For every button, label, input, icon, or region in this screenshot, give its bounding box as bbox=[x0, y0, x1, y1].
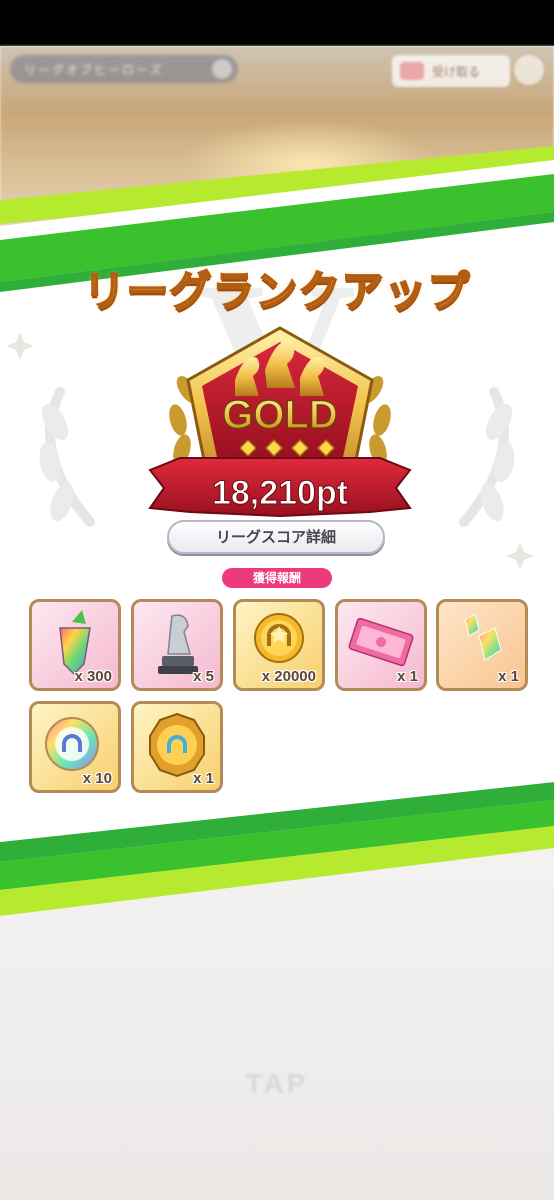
reward-quantity: x 1 bbox=[498, 668, 519, 685]
gold-rank-emblem: GOLD 18,210pt bbox=[148, 326, 412, 518]
reward-quantity: x 1 bbox=[397, 668, 418, 685]
reward-rainbow-horseshoe-medal[interactable]: x 10 bbox=[29, 701, 121, 793]
rank-name: GOLD bbox=[222, 393, 338, 437]
rewards-label: 獲得報酬 bbox=[222, 568, 332, 588]
reward-rainbow-crystals[interactable]: x 1 bbox=[436, 599, 528, 691]
league-score-detail-button[interactable]: リーグスコア詳細 bbox=[167, 520, 385, 554]
reward-quantity: x 5 bbox=[193, 668, 214, 685]
reward-quantity: x 1 bbox=[193, 770, 214, 787]
reward-rainbow-carrot[interactable]: x 300 bbox=[29, 599, 121, 691]
reward-quantity: x 300 bbox=[74, 668, 112, 685]
reward-quantity: x 20000 bbox=[261, 668, 316, 685]
reward-quantity: x 10 bbox=[82, 770, 112, 787]
rank-score: 18,210pt bbox=[212, 474, 348, 512]
reward-silver-horse-statue[interactable]: x 5 bbox=[131, 599, 223, 691]
page-title: リーグランクアップ bbox=[82, 266, 471, 317]
reward-gold-badge[interactable]: x 1 bbox=[131, 701, 223, 793]
reward-gold-coin[interactable]: x 20000 bbox=[233, 599, 325, 691]
reward-pink-ticket[interactable]: x 1 bbox=[335, 599, 427, 691]
